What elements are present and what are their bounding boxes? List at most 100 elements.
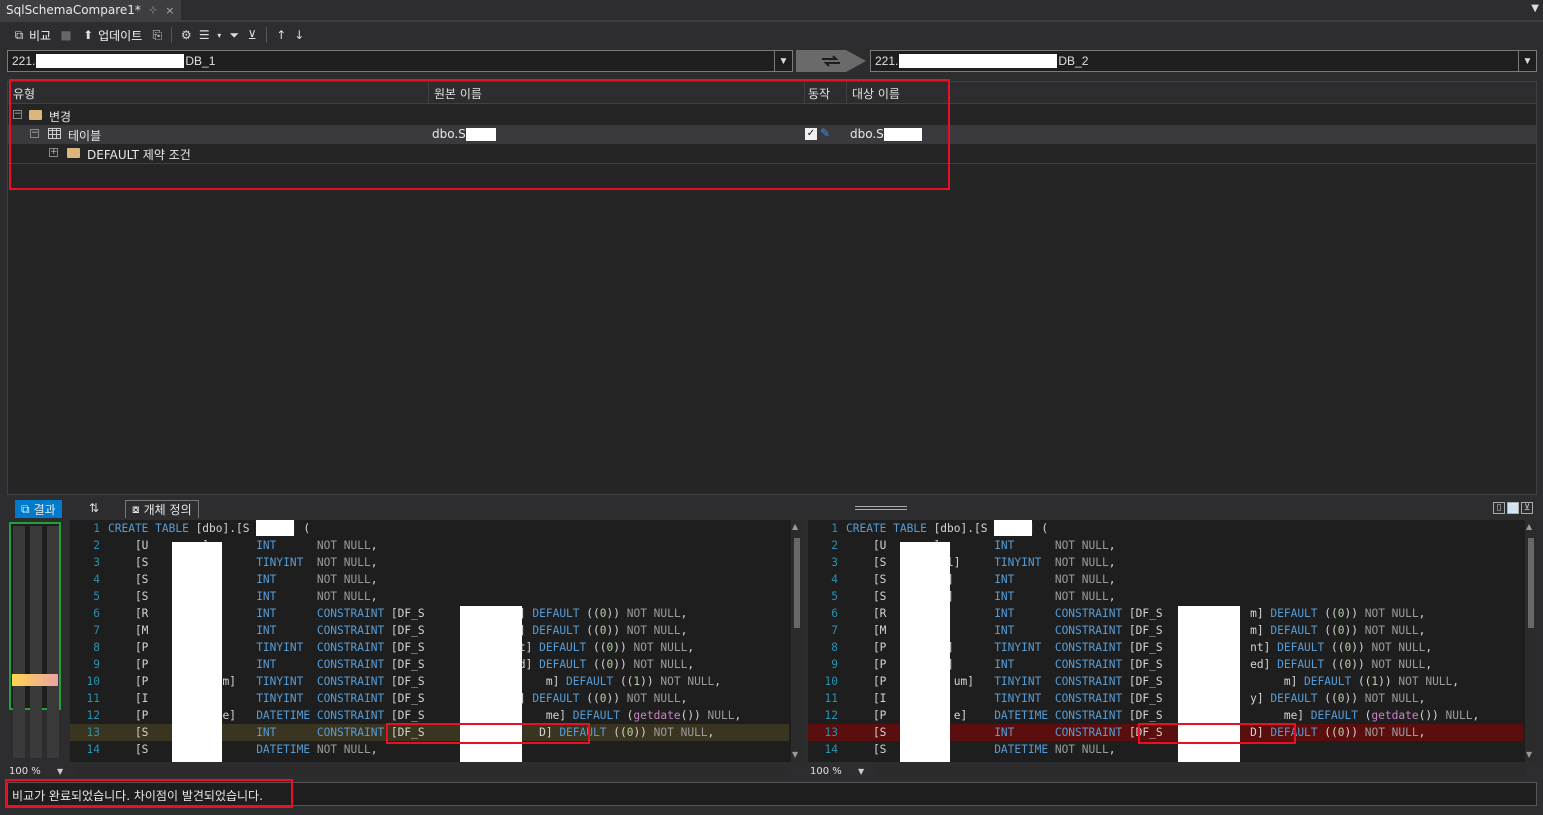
line-number: 2	[831, 539, 838, 552]
annotation-box	[1138, 723, 1296, 744]
stop-icon[interactable]: ■	[59, 28, 73, 42]
zoom-level[interactable]: 100 %	[7, 766, 57, 777]
line-number: 13	[824, 726, 838, 739]
line-number: 7	[93, 624, 100, 637]
line-number: 9	[93, 658, 100, 671]
line-number: 12	[824, 709, 838, 722]
source-database-select[interactable]: 221. DB_1 ▼	[7, 50, 793, 72]
line-number: 11	[824, 692, 838, 705]
horizontal-split-icon[interactable]: ▭	[1507, 502, 1519, 514]
source-db-suffix: DB_1	[185, 54, 216, 68]
horizontal-scrollbar[interactable]	[876, 767, 1526, 775]
update-button[interactable]: ⬆ 업데이트	[77, 25, 146, 45]
difference-marker	[12, 674, 58, 686]
document-tab-title: SqlSchemaCompare1*	[6, 3, 141, 17]
generate-script-icon[interactable]: ⎘	[150, 28, 164, 43]
annotation-box	[9, 79, 950, 190]
scrollbar-thumb[interactable]	[794, 538, 800, 628]
chevron-down-icon[interactable]: ▼	[858, 767, 872, 776]
scroll-up-icon[interactable]: ▲	[792, 522, 798, 531]
line-number: 12	[86, 709, 100, 722]
line-number: 5	[831, 590, 838, 603]
tab-results-label: 결과	[33, 502, 56, 517]
line-number: 6	[93, 607, 100, 620]
target-definition-pane[interactable]: 1CREATE TABLE [dbo].[S ] (2 [U y] INT NO…	[808, 520, 1537, 762]
redaction	[900, 542, 950, 762]
difference-overview-bar[interactable]	[9, 522, 61, 758]
line-number: 1	[831, 522, 838, 535]
line-number: 5	[93, 590, 100, 603]
collapse-pane-icon[interactable]: ⊻	[1521, 502, 1533, 514]
line-number: 4	[831, 573, 838, 586]
line-number: 11	[86, 692, 100, 705]
document-tab-strip: SqlSchemaCompare1* ⊹ × ▼	[0, 0, 1543, 22]
line-number: 1	[93, 522, 100, 535]
update-label: 업데이트	[98, 28, 143, 43]
swap-sources-button[interactable]	[796, 50, 866, 72]
tab-list-dropdown-icon[interactable]: ▼	[1531, 3, 1539, 14]
annotation-box	[5, 779, 293, 808]
compare-button[interactable]: ⧉ 비교	[8, 25, 55, 45]
toolbar-separator	[171, 27, 173, 43]
zoom-level[interactable]: 100 %	[808, 766, 858, 777]
toolbar-separator	[266, 27, 268, 43]
redaction	[256, 520, 294, 536]
line-number: 10	[86, 675, 100, 688]
redaction	[172, 542, 222, 762]
line-number: 8	[93, 641, 100, 654]
compare-icon: ⧉	[14, 27, 24, 42]
options-gear-icon[interactable]: ⚙	[179, 28, 193, 42]
line-number: 2	[93, 539, 100, 552]
tab-object-definition[interactable]: ⧇ 개체 정의	[125, 500, 199, 518]
scroll-down-icon[interactable]: ▼	[1526, 750, 1532, 759]
tab-objdef-label: 개체 정의	[143, 503, 192, 517]
line-number: 3	[831, 556, 838, 569]
chevron-down-icon[interactable]: ▾	[215, 31, 223, 40]
chevron-down-icon[interactable]: ▼	[1518, 51, 1536, 71]
group-results-icon[interactable]: ☰	[197, 28, 211, 42]
scroll-up-icon[interactable]: ▲	[1526, 522, 1532, 531]
source-db-prefix: 221.	[12, 54, 36, 68]
scroll-down-icon[interactable]: ▼	[792, 750, 798, 759]
source-zoom-bar: 100 % ▼	[7, 764, 802, 778]
line-number: 8	[831, 641, 838, 654]
update-icon: ⬆	[83, 28, 94, 42]
document-tab[interactable]: SqlSchemaCompare1* ⊹ ×	[0, 0, 181, 20]
close-icon[interactable]: ×	[165, 4, 174, 17]
target-zoom-bar: 100 % ▼	[808, 764, 1537, 778]
vertical-scrollbar[interactable]: ▲ ▼	[791, 520, 803, 762]
pin-icon[interactable]: ⊹	[149, 5, 157, 16]
code-line: 1 CREATE TABLE [dbo].[S ] (	[808, 520, 1523, 537]
chevron-down-icon[interactable]: ▼	[774, 51, 792, 71]
target-db-prefix: 221.	[875, 54, 899, 68]
line-number: 9	[831, 658, 838, 671]
vertical-scrollbar[interactable]: ▲ ▼	[1525, 520, 1537, 762]
tab-results[interactable]: ⧉ 결과	[15, 500, 62, 518]
overview-lane	[30, 526, 42, 758]
line-number: 13	[86, 726, 100, 739]
overview-lane	[13, 526, 25, 758]
object-definition-icon: ⧇	[132, 502, 140, 516]
chevron-down-icon[interactable]: ▼	[57, 767, 71, 776]
line-number: 6	[831, 607, 838, 620]
line-number: 14	[86, 743, 100, 756]
vertical-split-icon[interactable]: ▯	[1493, 502, 1505, 514]
view-layout-icons: ▯ ▭ ⊻	[1493, 502, 1533, 514]
previous-change-icon[interactable]: ↑	[274, 28, 288, 42]
line-number: 4	[93, 573, 100, 586]
scrollbar-thumb[interactable]	[1528, 538, 1534, 628]
line-number: 3	[93, 556, 100, 569]
target-database-select[interactable]: 221. DB_2 ▼	[870, 50, 1537, 72]
toolbar: ⧉ 비교 ■ ⬆ 업데이트 ⎘ ⚙ ☰ ▾ ⏷ ⊻ ↑ ↓	[0, 24, 1543, 46]
line-number: 14	[824, 743, 838, 756]
next-change-icon[interactable]: ↓	[292, 28, 306, 42]
filter-clear-icon[interactable]: ⊻	[245, 28, 259, 42]
source-definition-pane[interactable]: 1CREATE TABLE [dbo].[S ] (2 [U ey] INT N…	[70, 520, 803, 762]
sort-icon[interactable]: ⇅	[89, 501, 99, 515]
horizontal-scrollbar[interactable]	[75, 767, 785, 775]
lower-tab-strip: ⧉ 결과 ⇅ ⧇ 개체 정의 ▯ ▭ ⊻	[7, 498, 1537, 520]
redaction	[899, 54, 1058, 68]
filter-icon[interactable]: ⏷	[227, 28, 241, 43]
code-line: 1 CREATE TABLE [dbo].[S ] (	[70, 520, 789, 537]
results-icon: ⧉	[21, 501, 30, 516]
